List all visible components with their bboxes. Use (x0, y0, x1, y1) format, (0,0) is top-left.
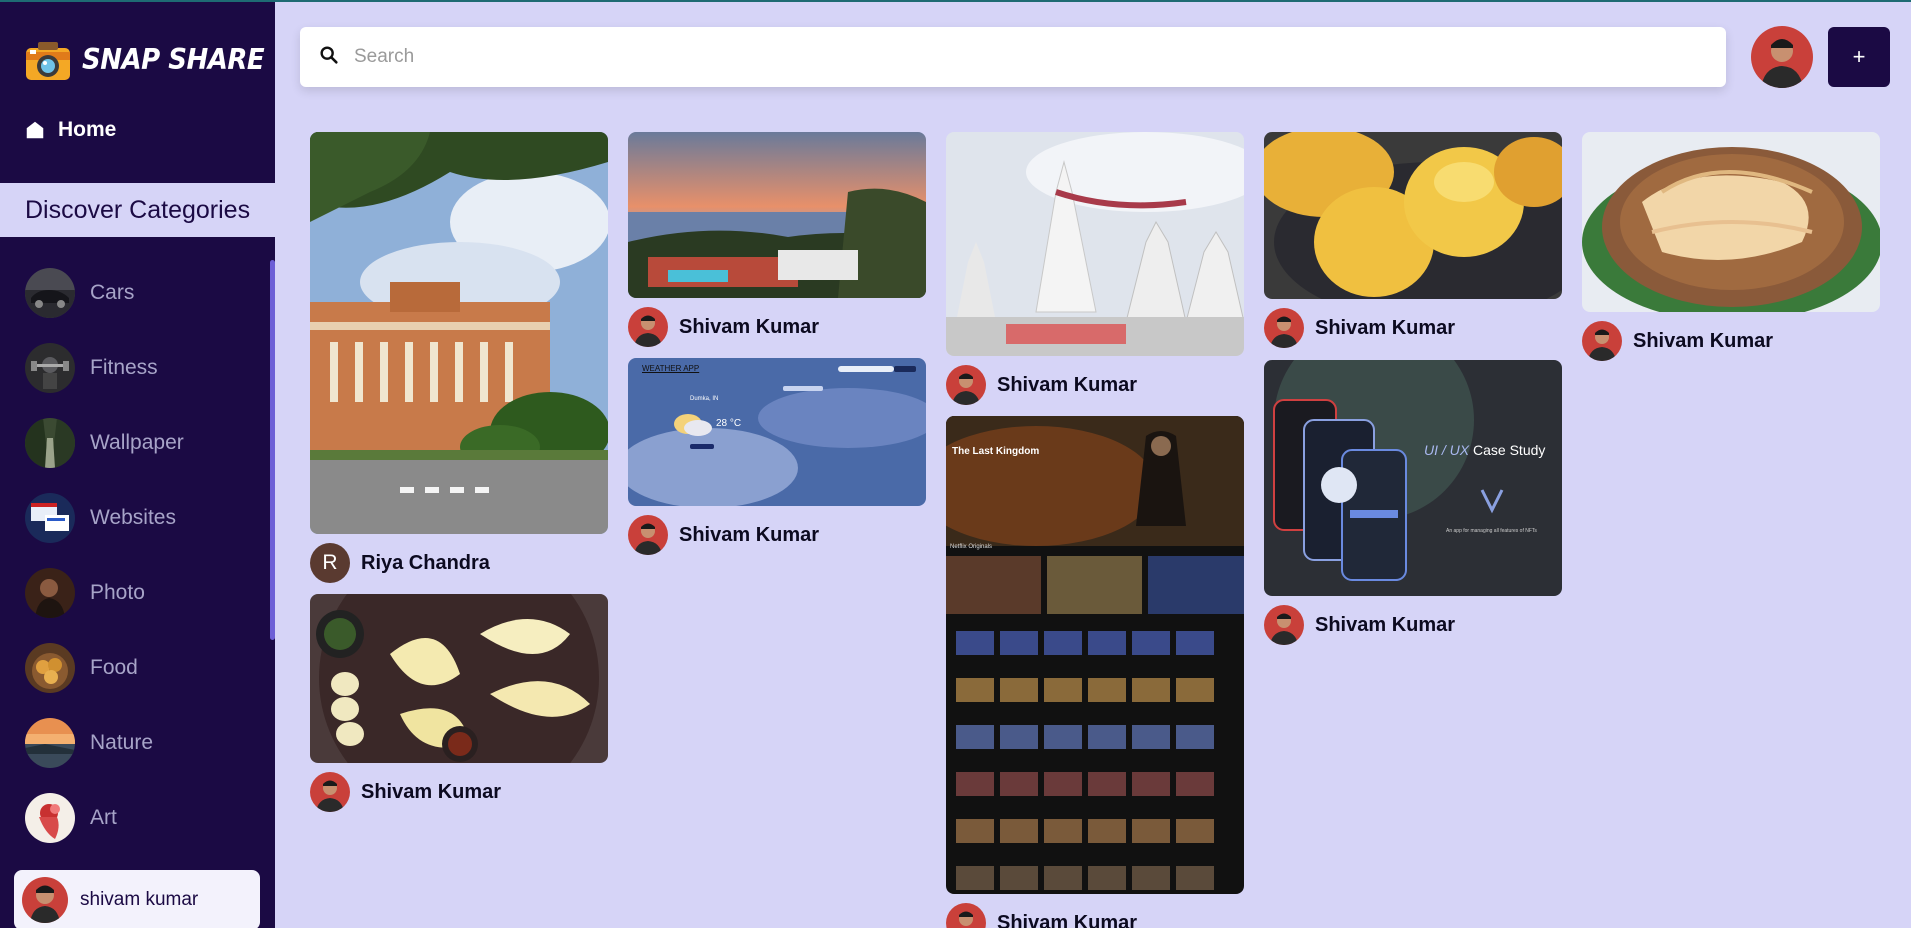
pin-author[interactable]: Shivam Kumar (310, 772, 608, 812)
movie-section-label: Netflix Originals (950, 544, 993, 550)
pin-card[interactable]: Shivam Kumar (310, 594, 608, 812)
add-pin-button[interactable]: + (1828, 27, 1890, 87)
pin-card[interactable]: R Riya Chandra (310, 132, 608, 583)
category-label: Nature (90, 730, 154, 754)
pin-author-name: Shivam Kumar (1633, 329, 1774, 352)
category-label: Art (90, 805, 117, 829)
pin-author[interactable]: Shivam Kumar (1264, 605, 1562, 645)
category-item-photo[interactable]: Photo (0, 555, 275, 630)
category-label: Websites (90, 505, 176, 529)
category-thumbnail (25, 567, 75, 618)
weather-app-title: WEATHER APP (642, 364, 700, 373)
current-user-name: shivam kumar (80, 889, 199, 910)
category-item-websites[interactable]: Websites (0, 480, 275, 555)
pin-author-avatar (946, 365, 986, 405)
case-study-title-b: Case Study (1473, 442, 1546, 458)
category-label: Food (90, 655, 138, 679)
user-avatar (22, 877, 68, 923)
pin-image[interactable] (310, 132, 608, 534)
pin-card[interactable]: UI / UX Case Study An app for managing a… (1264, 360, 1562, 645)
home-icon (24, 119, 46, 141)
pin-image[interactable] (1264, 132, 1562, 299)
case-study-title-a: UI / UX (1424, 442, 1470, 458)
category-thumbnail (25, 342, 75, 393)
weather-temp: 28 °C (716, 418, 742, 429)
pin-author[interactable]: Shivam Kumar (1582, 321, 1880, 361)
current-user-card[interactable]: shivam kumar (14, 870, 260, 928)
pin-author[interactable]: Shivam Kumar (946, 365, 1244, 405)
pin-author-avatar (310, 772, 350, 812)
pin-author-avatar (946, 903, 986, 928)
category-thumbnail (25, 492, 75, 543)
pin-card[interactable]: Shivam Kumar (1264, 132, 1562, 348)
pin-author-name: Shivam Kumar (997, 911, 1138, 928)
search-input[interactable] (354, 46, 1654, 68)
profile-avatar[interactable] (1751, 26, 1813, 88)
category-label: Cars (90, 280, 135, 304)
category-thumbnail (25, 642, 75, 693)
app-name: SNAP SHARE (82, 43, 265, 77)
pin-image[interactable] (946, 132, 1244, 356)
pin-image[interactable]: UI / UX Case Study An app for managing a… (1264, 360, 1562, 596)
category-thumbnail (25, 792, 75, 843)
category-list: Cars Fitness Wallpaper Websites Photo Fo… (0, 255, 275, 855)
pin-card[interactable]: WEATHER APP Dumka, IN 28 °C Shivam Kumar (628, 358, 926, 555)
sidebar: SNAP SHARE Home Discover Categories Cars… (0, 0, 275, 928)
pin-author[interactable]: R Riya Chandra (310, 543, 608, 583)
camera-icon (24, 38, 72, 82)
pin-author-name: Shivam Kumar (361, 780, 502, 803)
pin-author-avatar (1582, 321, 1622, 361)
search-icon (318, 44, 340, 71)
weather-city: Dumka, IN (690, 396, 719, 402)
category-thumbnail (25, 267, 75, 318)
top-accent-line (0, 0, 1911, 2)
app-logo[interactable]: SNAP SHARE (24, 38, 265, 82)
pin-author-name: Shivam Kumar (679, 315, 820, 338)
category-label: Photo (90, 580, 145, 604)
pin-card[interactable]: Shivam Kumar (628, 132, 926, 347)
sidebar-scrollbar[interactable] (270, 260, 275, 640)
pin-image[interactable] (310, 594, 608, 763)
category-item-wallpaper[interactable]: Wallpaper (0, 405, 275, 480)
category-thumbnail (25, 417, 75, 468)
pin-author-avatar (1264, 308, 1304, 348)
pin-card[interactable]: Shivam Kumar (946, 132, 1244, 405)
nav-home-label: Home (58, 118, 117, 141)
pin-card[interactable]: Shivam Kumar (1582, 132, 1880, 361)
pin-author-avatar (628, 515, 668, 555)
search-bar[interactable] (300, 27, 1726, 87)
pin-card[interactable]: The Last Kingdom Netflix Originals Shiva… (946, 416, 1244, 928)
pin-author-name: Riya Chandra (361, 551, 490, 574)
pin-author[interactable]: Shivam Kumar (628, 515, 926, 555)
case-study-title: UI / UX Case Study (1424, 442, 1545, 458)
category-item-nature[interactable]: Nature (0, 705, 275, 780)
discover-categories-heading: Discover Categories (0, 183, 275, 237)
pin-image[interactable]: WEATHER APP Dumka, IN 28 °C (628, 358, 926, 506)
nav-home[interactable]: Home (24, 118, 116, 142)
pin-author-avatar (1264, 605, 1304, 645)
pin-image[interactable] (628, 132, 926, 298)
pin-author-name: Shivam Kumar (1315, 613, 1456, 636)
category-label: Fitness (90, 355, 158, 379)
pin-image[interactable]: The Last Kingdom Netflix Originals (946, 416, 1244, 894)
category-item-cars[interactable]: Cars (0, 255, 275, 330)
category-thumbnail (25, 717, 75, 768)
case-study-caption: An app for managing all features of NFTs (1446, 528, 1537, 534)
pin-author-name: Shivam Kumar (997, 373, 1138, 396)
pin-author-name: Shivam Kumar (1315, 316, 1456, 339)
pin-image[interactable] (1582, 132, 1880, 312)
category-item-fitness[interactable]: Fitness (0, 330, 275, 405)
movie-title: The Last Kingdom (952, 446, 1040, 457)
pin-author[interactable]: Shivam Kumar (1264, 308, 1562, 348)
category-item-food[interactable]: Food (0, 630, 275, 705)
pin-author[interactable]: Shivam Kumar (628, 307, 926, 347)
category-label: Wallpaper (90, 430, 184, 454)
category-item-art[interactable]: Art (0, 780, 275, 855)
pin-author-avatar: R (310, 543, 350, 583)
pin-author[interactable]: Shivam Kumar (946, 903, 1244, 928)
pin-author-avatar (628, 307, 668, 347)
pin-author-name: Shivam Kumar (679, 523, 820, 546)
